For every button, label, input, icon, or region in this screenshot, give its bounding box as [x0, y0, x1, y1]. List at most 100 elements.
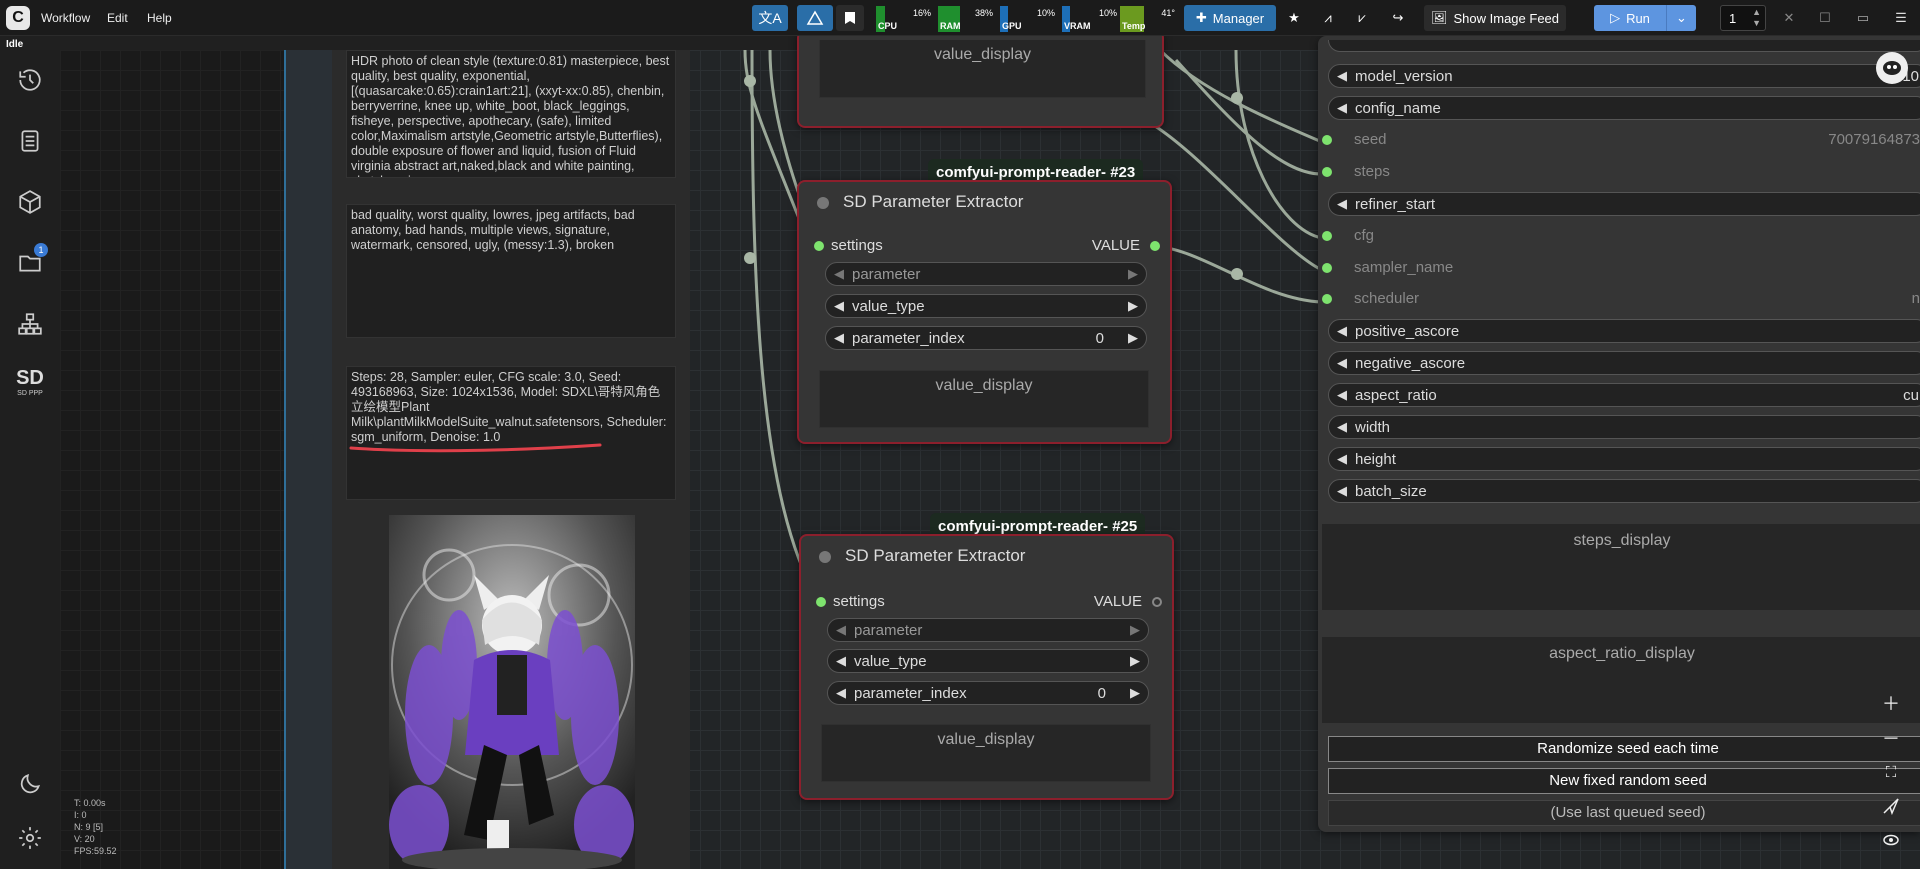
arrow-left-icon[interactable]: ◀ [834, 330, 844, 346]
menu-workflow[interactable]: Workflow [41, 11, 90, 25]
arrow-right-icon[interactable]: ▶ [1128, 330, 1138, 346]
translate-icon[interactable]: 文A [752, 5, 788, 31]
parameter-extractor-node-25[interactable]: SD Parameter Extractor settings VALUE ◀ … [799, 534, 1174, 800]
collapse-dot-icon[interactable] [819, 551, 831, 563]
node-library-tree-icon[interactable] [14, 308, 46, 340]
theme-moon-icon[interactable] [14, 768, 46, 800]
arrow-right-icon[interactable]: ▶ [1128, 266, 1138, 282]
negative-ascore-widget[interactable]: ◀ negative_ascore [1328, 351, 1920, 375]
settings-gear-icon[interactable] [14, 822, 46, 854]
sampler-name-input[interactable]: sampler_name [1318, 256, 1920, 280]
focus-mode-icon[interactable]: ☐ [1812, 5, 1838, 31]
arrow-left-icon[interactable]: ◀ [1337, 387, 1347, 403]
zoom-out-icon[interactable]: － [1874, 722, 1908, 754]
queue-list-icon[interactable] [14, 125, 46, 157]
value-output-socket[interactable] [1152, 597, 1162, 607]
menu-help[interactable]: Help [147, 11, 172, 25]
bridge-alt-icon[interactable]: ⩗ [1348, 5, 1376, 31]
clear-queue-icon[interactable]: ✕ [1776, 5, 1802, 31]
height-widget[interactable]: ◀ height [1328, 447, 1920, 471]
parameter-extractor-node-23[interactable]: SD Parameter Extractor settings VALUE ◀ … [797, 180, 1172, 444]
arrow-left-icon[interactable]: ◀ [836, 622, 846, 638]
stepper-icon[interactable]: ▲ ▼ [1752, 7, 1761, 29]
bridge-icon[interactable]: ⩘ [1314, 5, 1342, 31]
arrow-right-icon[interactable]: ▶ [1128, 298, 1138, 314]
cfg-socket[interactable] [1322, 231, 1332, 241]
run-options-chevron-icon[interactable]: ⌄ [1666, 5, 1696, 31]
partial-widget[interactable] [1328, 40, 1920, 52]
settings-input-socket[interactable] [816, 597, 826, 607]
arrow-left-icon[interactable]: ◀ [836, 653, 846, 669]
zoom-in-icon[interactable]: ＋ [1874, 687, 1908, 719]
scheduler-input[interactable]: scheduler n [1318, 287, 1920, 311]
widget-label: aspect_ratio [1355, 387, 1437, 404]
arrow-left-icon[interactable]: ◀ [836, 685, 846, 701]
toggle-links-eye-icon[interactable] [1874, 824, 1908, 856]
parameter-extractor-node-top[interactable]: value_display [797, 30, 1164, 128]
show-image-feed-button[interactable]: 🖼 Show Image Feed [1424, 5, 1566, 31]
arrow-right-icon[interactable]: ▶ [1130, 685, 1140, 701]
positive-ascore-widget[interactable]: ◀ positive_ascore [1328, 319, 1920, 343]
seed-input[interactable]: seed 70079164873 [1318, 128, 1920, 152]
cfg-input[interactable]: cfg [1318, 224, 1920, 248]
top-bar: C Workflow Edit Help 文A CPU 16% RAM 38% GPU 1… [0, 0, 1920, 36]
arrow-left-icon[interactable]: ◀ [1337, 100, 1347, 116]
randomize-seed-button[interactable]: Randomize seed each time [1328, 736, 1920, 762]
arrow-left-icon[interactable]: ◀ [834, 298, 844, 314]
parameter-widget[interactable]: ◀ parameter ▶ [825, 262, 1147, 286]
sdxl-settings-node[interactable]: ◀ model_version 10 ◀ config_name seed 70… [1318, 36, 1920, 832]
refiner-start-widget[interactable]: ◀ refiner_start [1328, 192, 1920, 216]
comfy-logo-icon[interactable]: C [6, 6, 30, 30]
width-widget[interactable]: ◀ width [1328, 415, 1920, 439]
parameter-index-widget[interactable]: ◀ parameter_index 0 ▶ [825, 326, 1147, 350]
new-fixed-seed-button[interactable]: New fixed random seed [1328, 768, 1920, 794]
history-icon[interactable] [14, 64, 46, 96]
arrow-left-icon[interactable]: ◀ [1337, 196, 1347, 212]
sd-ppp-icon[interactable]: SD SD PPP [14, 366, 46, 398]
assistant-avatar-icon[interactable] [1876, 52, 1908, 84]
batch-count-input[interactable]: 1 ▲ ▼ [1720, 5, 1766, 31]
steps-socket[interactable] [1322, 167, 1332, 177]
arrow-left-icon[interactable]: ◀ [1337, 323, 1347, 339]
aspect-ratio-widget[interactable]: ◀ aspect_ratio cu [1328, 383, 1920, 407]
sampler-socket[interactable] [1322, 263, 1332, 273]
run-button[interactable]: ▷ Run [1594, 5, 1666, 31]
input-value: 70079164873 [1828, 131, 1920, 148]
use-last-seed-button[interactable]: (Use last queued seed) [1328, 800, 1920, 826]
manager-button[interactable]: ✚ Manager [1184, 5, 1276, 31]
arrow-left-icon[interactable]: ◀ [1337, 68, 1347, 84]
value-output-socket[interactable] [1150, 241, 1160, 251]
batch-size-widget[interactable]: ◀ batch_size [1328, 479, 1920, 503]
config-name-widget[interactable]: ◀ config_name [1328, 96, 1920, 120]
arrow-left-icon[interactable]: ◀ [1337, 355, 1347, 371]
bookmark-icon[interactable] [836, 5, 864, 31]
menu-edit[interactable]: Edit [107, 11, 128, 25]
parameter-widget[interactable]: ◀ parameter ▶ [827, 618, 1149, 642]
model-library-cube-icon[interactable] [14, 186, 46, 218]
share-icon[interactable]: ↪ [1384, 5, 1412, 31]
collapse-dot-icon[interactable] [817, 197, 829, 209]
model-version-widget[interactable]: ◀ model_version 10 [1328, 64, 1920, 88]
scheduler-socket[interactable] [1322, 294, 1332, 304]
steps-input[interactable]: steps [1318, 160, 1920, 184]
fit-view-icon[interactable]: ⛶ [1874, 756, 1908, 788]
hamburger-menu-icon[interactable]: ☰ [1888, 5, 1914, 31]
arrow-left-icon[interactable]: ◀ [1337, 451, 1347, 467]
arrow-left-icon[interactable]: ◀ [1337, 419, 1347, 435]
parameter-index-widget[interactable]: ◀ parameter_index 0 ▶ [827, 681, 1149, 705]
star-icon[interactable]: ★ [1280, 5, 1308, 31]
bottom-panel-icon[interactable]: ▭ [1850, 5, 1876, 31]
crystools-icon[interactable] [797, 5, 833, 31]
settings-input-socket[interactable] [814, 241, 824, 251]
arrow-right-icon[interactable]: ▶ [1130, 653, 1140, 669]
arrow-left-icon[interactable]: ◀ [1337, 483, 1347, 499]
node-title-bar[interactable]: SD Parameter Extractor [799, 182, 1170, 216]
value-type-widget[interactable]: ◀ value_type ▶ [825, 294, 1147, 318]
sidebar: 1 SD SD PPP [0, 50, 60, 869]
value-type-widget[interactable]: ◀ value_type ▶ [827, 649, 1149, 673]
seed-socket[interactable] [1322, 135, 1332, 145]
node-title-bar[interactable]: SD Parameter Extractor [801, 536, 1172, 570]
arrow-left-icon[interactable]: ◀ [834, 266, 844, 282]
select-mode-icon[interactable] [1874, 790, 1908, 822]
arrow-right-icon[interactable]: ▶ [1130, 622, 1140, 638]
